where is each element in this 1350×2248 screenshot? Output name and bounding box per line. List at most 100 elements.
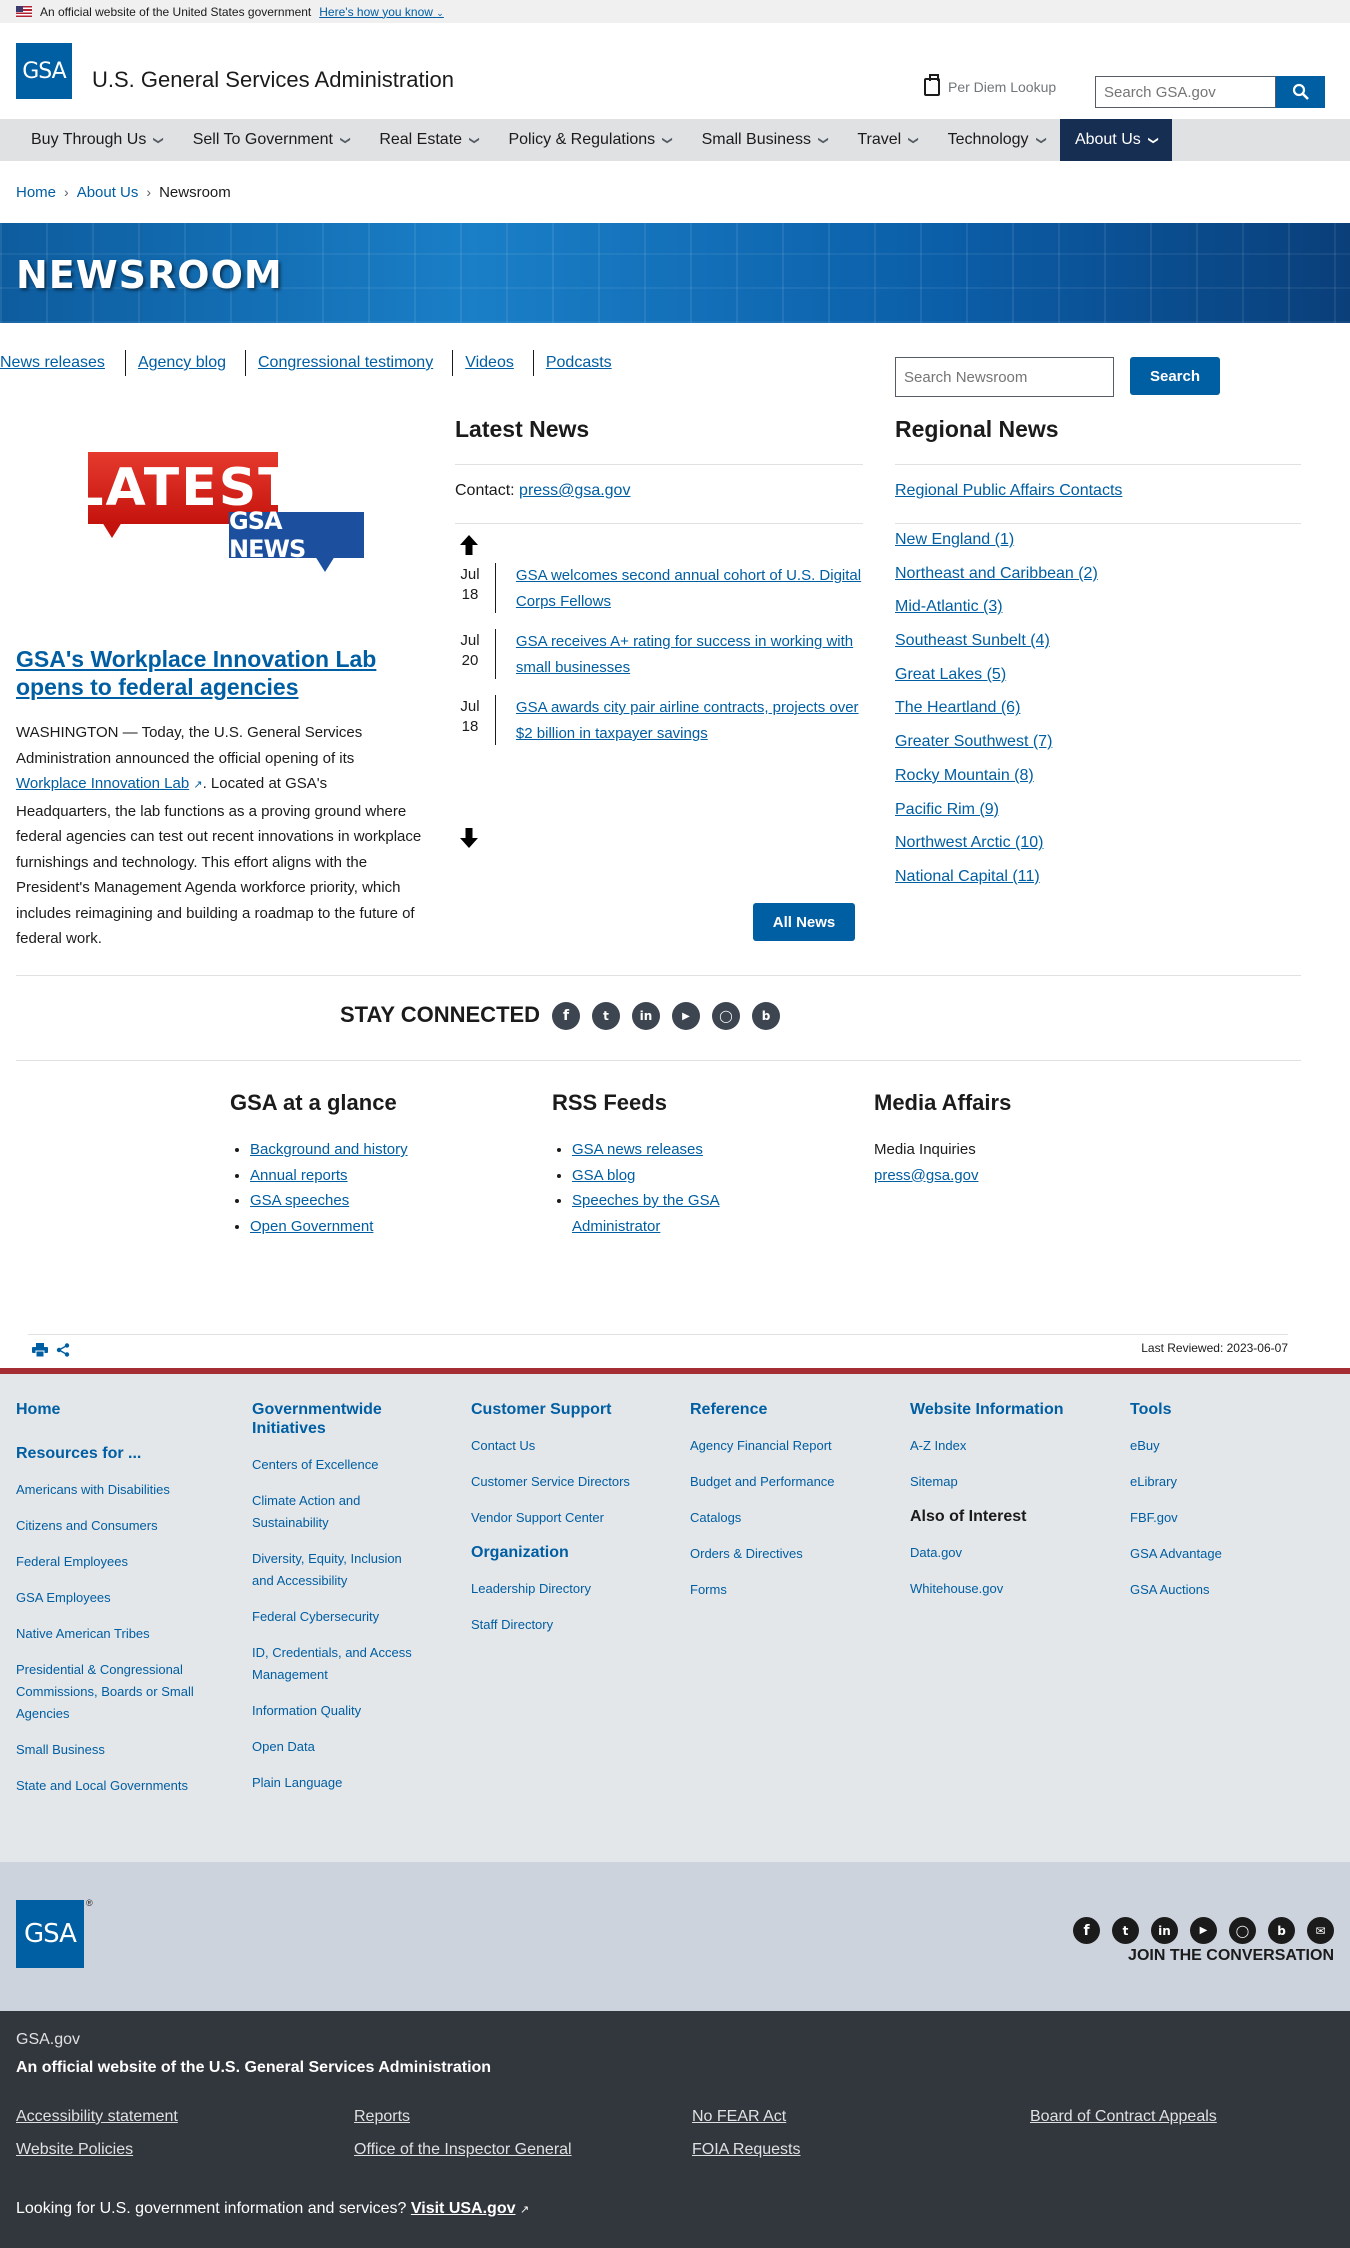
footer-link[interactable]: Federal Employees: [16, 1551, 216, 1573]
footer-link[interactable]: Agency Financial Report: [690, 1435, 890, 1457]
footer-link[interactable]: eBuy: [1130, 1435, 1330, 1457]
arrow-up-icon[interactable]: [458, 534, 480, 556]
website-info-heading[interactable]: Website Information: [910, 1400, 1110, 1419]
footer-link[interactable]: GSA Auctions: [1130, 1579, 1330, 1601]
region-link[interactable]: Mid-Atlantic (3): [895, 598, 1003, 615]
footer-link[interactable]: A-Z Index: [910, 1435, 1110, 1457]
region-link[interactable]: The Heartland (6): [895, 699, 1020, 716]
footer-link[interactable]: GSA Employees: [16, 1587, 216, 1609]
nav-small-business[interactable]: Small Business ❯: [687, 119, 843, 161]
accessibility-statement-link[interactable]: Accessibility statement: [16, 2108, 178, 2126]
nav-technology[interactable]: Technology ❯: [933, 119, 1060, 161]
regional-contacts-link[interactable]: Regional Public Affairs Contacts: [895, 482, 1122, 500]
region-link[interactable]: Southeast Sunbelt (4): [895, 632, 1050, 649]
footer-link[interactable]: Whitehouse.gov: [910, 1578, 1110, 1600]
all-news-button[interactable]: All News: [753, 903, 855, 941]
visit-usa-gov-link[interactable]: Visit USA.gov: [411, 2200, 516, 2217]
region-link[interactable]: New England (1): [895, 531, 1014, 548]
linkedin-icon[interactable]: in: [632, 1002, 660, 1030]
board-of-contract-appeals-link[interactable]: Board of Contract Appeals: [1030, 2108, 1217, 2126]
footer-link[interactable]: Diversity, Equity, Inclusion and Accessi…: [252, 1548, 427, 1592]
footer-link[interactable]: Climate Action and Sustainability: [252, 1490, 427, 1534]
facebook-icon[interactable]: f: [552, 1002, 580, 1030]
footer-link[interactable]: Americans with Disabilities: [16, 1479, 216, 1501]
glance-link[interactable]: GSA speeches: [250, 1192, 349, 1209]
footer-link[interactable]: Sitemap: [910, 1471, 1110, 1493]
region-link[interactable]: Great Lakes (5): [895, 666, 1006, 683]
footer-link[interactable]: Citizens and Consumers: [16, 1515, 216, 1537]
twitter-icon[interactable]: t: [592, 1002, 620, 1030]
organization-heading[interactable]: Organization: [471, 1543, 671, 1562]
arrow-down-icon[interactable]: [458, 827, 480, 849]
region-link[interactable]: Rocky Mountain (8): [895, 767, 1034, 784]
news-link[interactable]: GSA awards city pair airline contracts, …: [516, 695, 865, 761]
youtube-icon[interactable]: ▶: [672, 1002, 700, 1030]
instagram-icon[interactable]: ◯: [1229, 1917, 1256, 1944]
footer-gsa-logo[interactable]: GSA: [16, 1900, 84, 1968]
region-link[interactable]: Greater Southwest (7): [895, 733, 1052, 750]
footer-link[interactable]: Open Data: [252, 1736, 427, 1758]
footer-link[interactable]: Leadership Directory: [471, 1578, 671, 1600]
per-diem-lookup-link[interactable]: Per Diem Lookup: [924, 74, 1056, 96]
sublink-podcasts[interactable]: Podcasts: [546, 354, 631, 372]
feature-title-link[interactable]: GSA's Workplace Innovation Lab opens to …: [16, 645, 396, 701]
heres-how-you-know-link[interactable]: Here's how you know ⌄: [319, 5, 444, 19]
footer-link[interactable]: Data.gov: [910, 1542, 1110, 1564]
nav-real-estate[interactable]: Real Estate ❯: [364, 119, 493, 161]
glance-link[interactable]: Annual reports: [250, 1167, 348, 1184]
website-policies-link[interactable]: Website Policies: [16, 2141, 133, 2159]
nav-policy-regulations[interactable]: Policy & Regulations ❯: [493, 119, 686, 161]
rss-link[interactable]: GSA news releases: [572, 1141, 703, 1158]
gsa-logo[interactable]: GSA: [16, 43, 72, 99]
sublink-congressional-testimony[interactable]: Congressional testimony: [258, 354, 452, 372]
footer-home-link[interactable]: Home: [16, 1400, 216, 1419]
facebook-icon[interactable]: f: [1073, 1917, 1100, 1944]
reports-link[interactable]: Reports: [354, 2108, 410, 2126]
glance-link[interactable]: Background and history: [250, 1141, 408, 1158]
footer-link[interactable]: FBF.gov: [1130, 1507, 1330, 1529]
foia-requests-link[interactable]: FOIA Requests: [692, 2141, 801, 2159]
share-icon[interactable]: [56, 1343, 70, 1357]
newsroom-search-button[interactable]: Search: [1130, 357, 1220, 395]
footer-link[interactable]: Orders & Directives: [690, 1543, 890, 1565]
header-search-button[interactable]: [1276, 76, 1325, 108]
region-link[interactable]: Northeast and Caribbean (2): [895, 565, 1098, 582]
instagram-icon[interactable]: ◯: [712, 1002, 740, 1030]
footer-link[interactable]: Budget and Performance: [690, 1471, 890, 1493]
support-heading[interactable]: Customer Support: [471, 1400, 671, 1419]
footer-link[interactable]: eLibrary: [1130, 1471, 1330, 1493]
region-link[interactable]: Northwest Arctic (10): [895, 834, 1043, 851]
sublink-news-releases[interactable]: News releases: [0, 354, 125, 372]
media-email-link[interactable]: press@gsa.gov: [874, 1167, 978, 1184]
news-link[interactable]: GSA receives A+ rating for success in wo…: [516, 629, 865, 695]
footer-link[interactable]: Staff Directory: [471, 1614, 671, 1636]
footer-link[interactable]: Federal Cybersecurity: [252, 1606, 427, 1628]
twitter-icon[interactable]: t: [1112, 1917, 1139, 1944]
footer-link[interactable]: Small Business: [16, 1739, 216, 1761]
workplace-innovation-lab-link[interactable]: Workplace Innovation Lab: [16, 775, 189, 792]
region-link[interactable]: Pacific Rim (9): [895, 801, 999, 818]
no-fear-act-link[interactable]: No FEAR Act: [692, 2108, 786, 2126]
youtube-icon[interactable]: ▶: [1190, 1917, 1217, 1944]
footer-link[interactable]: Plain Language: [252, 1772, 427, 1794]
footer-link[interactable]: Information Quality: [252, 1700, 427, 1722]
glance-link[interactable]: Open Government: [250, 1218, 373, 1235]
tools-heading[interactable]: Tools: [1130, 1400, 1330, 1419]
nav-sell-to-government[interactable]: Sell To Government ❯: [178, 119, 365, 161]
footer-link[interactable]: ID, Credentials, and Access Management: [252, 1642, 427, 1686]
footer-link[interactable]: Customer Service Directors: [471, 1471, 671, 1493]
inspector-general-link[interactable]: Office of the Inspector General: [354, 2141, 572, 2159]
newsroom-search-input[interactable]: [895, 357, 1114, 397]
reference-heading[interactable]: Reference: [690, 1400, 890, 1419]
header-search-input[interactable]: [1095, 76, 1276, 108]
nav-about-us[interactable]: About Us ❯: [1059, 119, 1173, 161]
breadcrumb-home[interactable]: Home: [16, 184, 56, 201]
print-icon[interactable]: [32, 1343, 48, 1357]
email-icon[interactable]: ✉: [1307, 1917, 1334, 1944]
blog-icon[interactable]: b: [1268, 1917, 1295, 1944]
govwide-heading[interactable]: Governmentwide Initiatives: [252, 1400, 427, 1438]
nav-buy-through-us[interactable]: Buy Through Us ❯: [16, 119, 178, 161]
sublink-videos[interactable]: Videos: [465, 354, 533, 372]
footer-link[interactable]: GSA Advantage: [1130, 1543, 1330, 1565]
nav-travel[interactable]: Travel ❯: [842, 119, 932, 161]
